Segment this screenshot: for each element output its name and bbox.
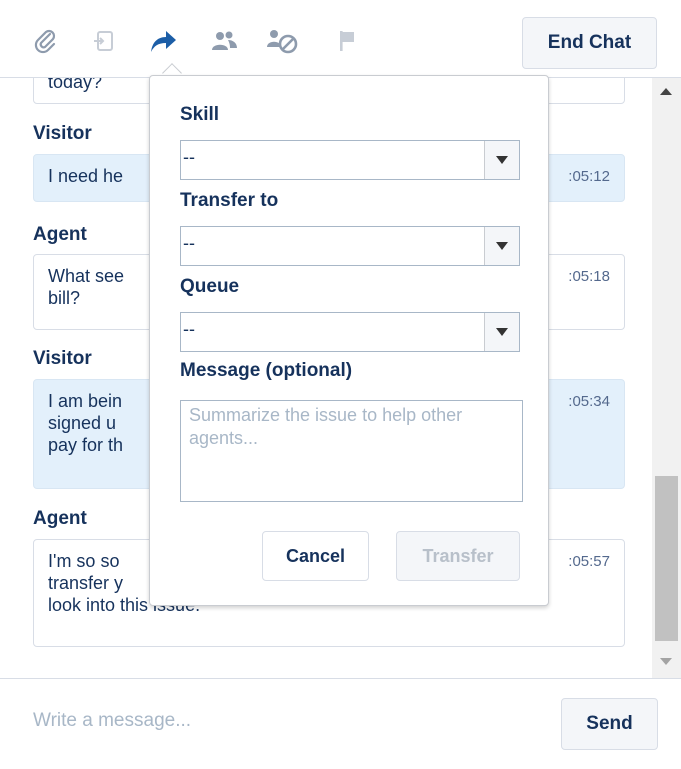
scroll-thumb[interactable]	[655, 476, 678, 641]
message-label: Message (optional)	[180, 360, 353, 381]
scroll-up-arrow-icon[interactable]	[660, 88, 672, 95]
transfer-to-label: Transfer to	[180, 190, 279, 211]
skill-select[interactable]: --	[180, 140, 520, 180]
queue-select[interactable]: --	[180, 312, 520, 352]
file-transfer-icon[interactable]	[87, 24, 121, 58]
message-input[interactable]: Write a message...	[33, 710, 533, 732]
chevron-down-icon[interactable]	[484, 313, 519, 351]
transfer-icon[interactable]	[146, 24, 180, 58]
queue-label: Queue	[180, 276, 240, 297]
conference-icon[interactable]	[207, 24, 241, 58]
transfer-to-select-value: --	[183, 233, 195, 253]
sender-label: Visitor	[33, 123, 92, 144]
chevron-down-icon[interactable]	[484, 141, 519, 179]
chat-console: End Chat today? Visitor I need he :05:12…	[0, 0, 681, 769]
chat-toolbar: End Chat	[0, 0, 681, 78]
end-chat-button[interactable]: End Chat	[522, 17, 657, 69]
transfer-popover: Skill -- Transfer to -- Queue -- Message…	[149, 75, 549, 606]
chevron-down-icon[interactable]	[484, 227, 519, 265]
block-visitor-icon[interactable]	[265, 24, 299, 58]
skill-select-value: --	[183, 147, 195, 167]
transfer-message-textarea[interactable]: Summarize the issue to help other agents…	[180, 400, 523, 502]
skill-label: Skill	[180, 104, 220, 125]
message-composer: Write a message... Send	[0, 678, 681, 769]
cancel-button[interactable]: Cancel	[262, 531, 369, 581]
sender-label: Agent	[33, 508, 87, 529]
transfer-to-select[interactable]: --	[180, 226, 520, 266]
paperclip-icon[interactable]	[29, 24, 63, 58]
message-time: :05:34	[568, 393, 610, 410]
message-text: today?	[48, 78, 103, 92]
flag-icon[interactable]	[330, 24, 364, 58]
sender-label: Agent	[33, 224, 87, 245]
message-time: :05:18	[568, 268, 610, 285]
transfer-button[interactable]: Transfer	[396, 531, 520, 581]
queue-select-value: --	[183, 319, 195, 339]
send-button[interactable]: Send	[561, 698, 658, 750]
sender-label: Visitor	[33, 348, 92, 369]
message-time: :05:57	[568, 553, 610, 570]
scroll-down-arrow-icon[interactable]	[660, 658, 672, 665]
transcript-scrollbar[interactable]	[652, 78, 681, 678]
message-time: :05:12	[568, 168, 610, 185]
